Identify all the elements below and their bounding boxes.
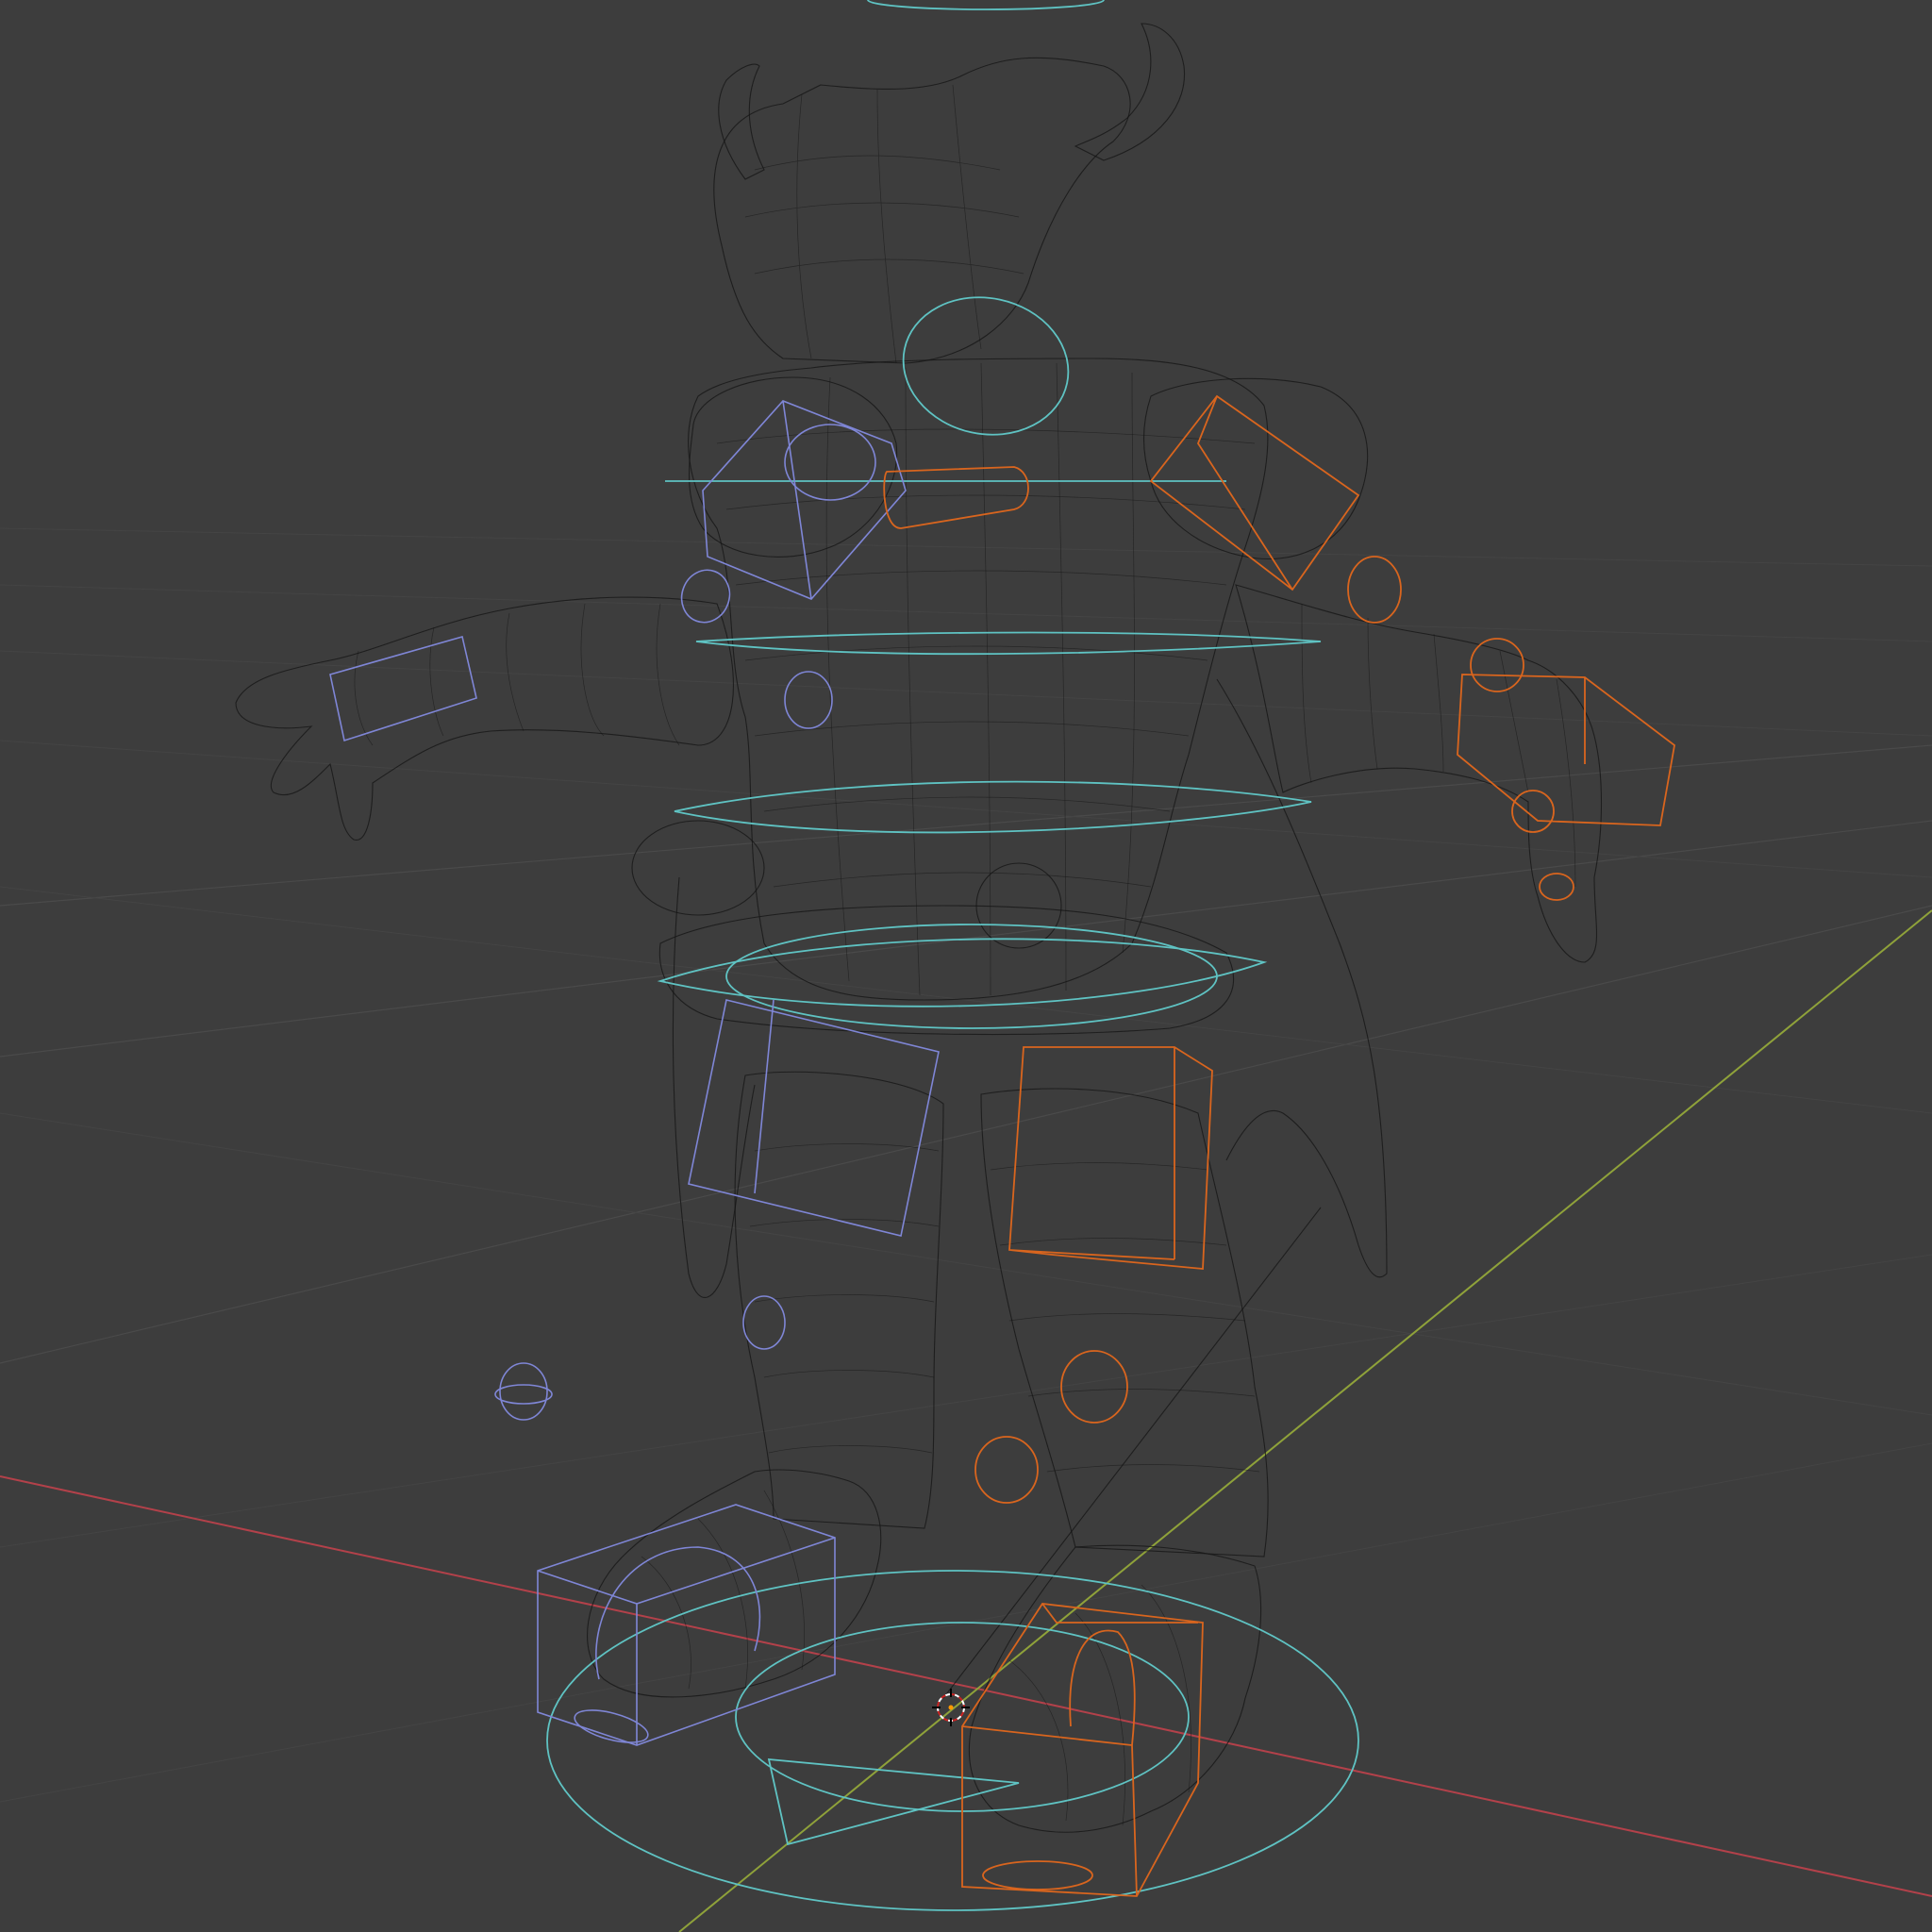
right-wrist-control[interactable] [1470, 638, 1524, 692]
hips-control[interactable] [657, 938, 1268, 1008]
left-knee-control[interactable] [742, 1295, 786, 1350]
top-circle-control[interactable] [867, 0, 1105, 10]
root-arrow-control[interactable] [767, 1757, 1020, 1846]
right-clavicle-control[interactable] [883, 466, 1029, 529]
upper-spine-control[interactable] [695, 631, 1322, 656]
3d-viewport[interactable] [0, 0, 1932, 1932]
viewport-canvas [0, 0, 1932, 1932]
floor-grid [0, 527, 1932, 1803]
right-heel-control[interactable] [982, 1860, 1093, 1890]
left-clavicle-control[interactable] [784, 424, 876, 501]
x-axis-line [0, 1475, 1932, 1897]
right-toe-roll-control[interactable] [1069, 1629, 1136, 1746]
character-mesh[interactable] [235, 23, 1603, 1833]
center-rig-controls[interactable] [546, 0, 1359, 1911]
y-axis-line [678, 909, 1932, 1932]
left-leg-pole-ring[interactable] [494, 1384, 553, 1405]
right-elbow-pole-control[interactable] [1347, 556, 1402, 624]
right-finger-control[interactable] [1511, 790, 1555, 833]
left-toe-roll-control[interactable] [595, 1546, 761, 1680]
right-rig-controls[interactable] [883, 394, 1675, 1897]
spine-control[interactable] [674, 780, 1312, 834]
left-hand-control[interactable] [329, 635, 477, 742]
left-leg-pole-control[interactable] [499, 1362, 548, 1421]
right-hand-control[interactable] [1457, 674, 1675, 826]
left-elbow-pole-control[interactable] [675, 563, 737, 629]
right-finger-tip-control[interactable] [1539, 873, 1574, 901]
right-shoulder-control[interactable] [1149, 394, 1360, 591]
right-knee-control[interactable] [1060, 1350, 1128, 1424]
left-thigh-control[interactable] [688, 999, 940, 1237]
right-thigh-control[interactable] [1008, 1046, 1213, 1270]
head-control[interactable] [891, 282, 1081, 449]
left-heel-control[interactable] [572, 1704, 652, 1749]
right-leg-pole-control[interactable] [974, 1436, 1039, 1504]
left-arm-pole-control[interactable] [784, 671, 833, 729]
